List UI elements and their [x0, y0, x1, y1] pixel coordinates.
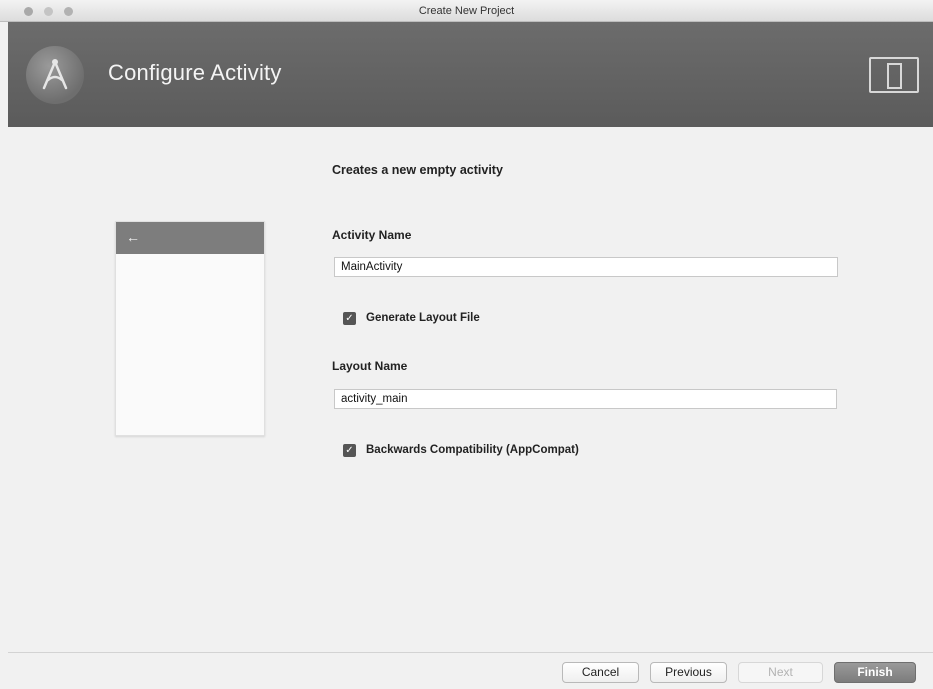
- layout-name-label: Layout Name: [332, 359, 408, 373]
- template-description: Creates a new empty activity: [332, 163, 503, 177]
- wizard-header: Configure Activity: [8, 22, 933, 127]
- title-bar: Create New Project: [0, 0, 933, 22]
- generate-layout-label: Generate Layout File: [366, 312, 480, 324]
- previous-button[interactable]: Previous: [650, 662, 727, 683]
- activity-name-field[interactable]: MainActivity: [334, 257, 838, 277]
- footer-divider: [8, 652, 933, 653]
- create-project-window: Create New Project Configure Activity ← …: [0, 0, 933, 689]
- page-title: Configure Activity: [108, 60, 282, 85]
- layout-name-field[interactable]: activity_main: [334, 389, 837, 409]
- back-arrow-icon: ←: [126, 229, 140, 245]
- backwards-compat-checkbox[interactable]: ✓: [343, 444, 356, 457]
- backwards-compat-label: Backwards Compatibility (AppCompat): [366, 444, 579, 456]
- cancel-button[interactable]: Cancel: [562, 662, 639, 683]
- finish-button[interactable]: Finish: [834, 662, 916, 683]
- preview-app-bar: ←: [116, 222, 264, 254]
- window-title: Create New Project: [418, 5, 515, 17]
- generate-layout-checkbox[interactable]: ✓: [343, 312, 356, 325]
- next-button[interactable]: Next: [738, 662, 823, 683]
- android-studio-icon: [26, 46, 84, 104]
- activity-preview: ←: [115, 221, 265, 436]
- device-preview-icon: [869, 57, 919, 93]
- activity-name-label: Activity Name: [332, 228, 412, 242]
